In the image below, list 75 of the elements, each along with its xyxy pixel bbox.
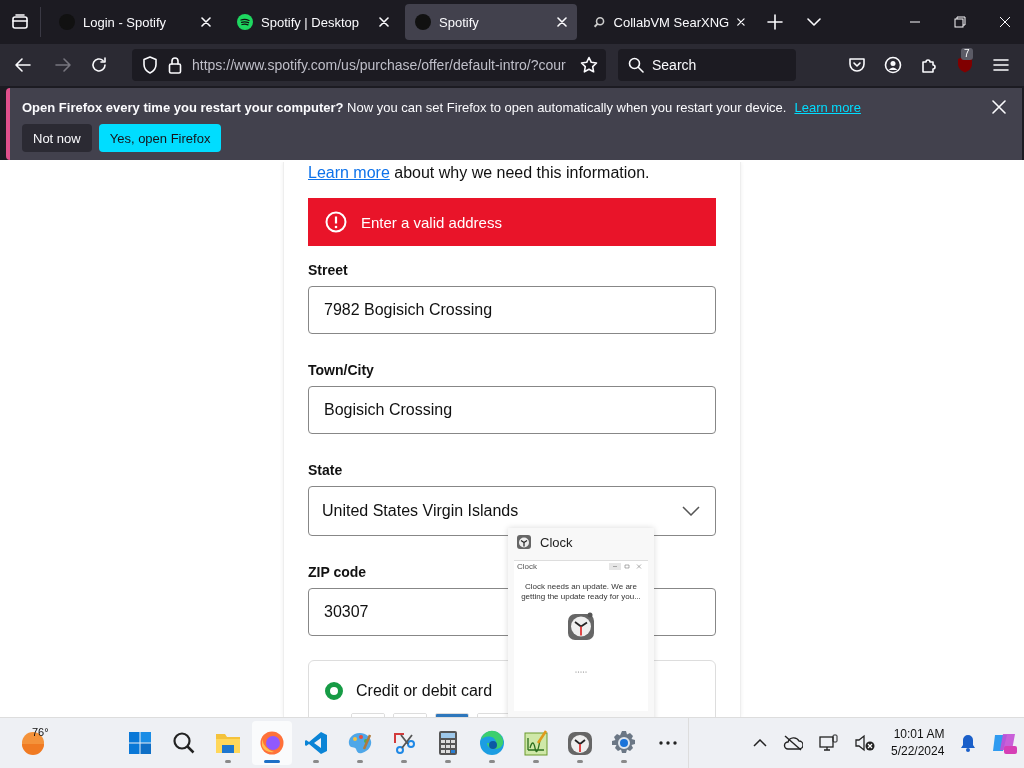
error-message: Enter a valid address: [361, 213, 502, 231]
reload-icon[interactable]: [90, 56, 108, 74]
notification-message: Open Firefox every time you restart your computer? Now you can set Firefox to open automatically when you restart your device.: [22, 99, 787, 115]
plus-icon[interactable]: [767, 14, 783, 30]
star-icon[interactable]: [580, 56, 598, 74]
field-label: State: [308, 462, 343, 478]
learn-more-link[interactable]: Learn more: [308, 164, 390, 181]
radio-button[interactable]: [324, 681, 344, 701]
info-text: Learn more about why we need this information.: [308, 164, 651, 182]
window-title: Clock: [517, 562, 538, 571]
chart-icon: [524, 730, 548, 756]
gear-icon: [611, 730, 637, 756]
folder-icon: [215, 731, 241, 755]
windows-start-icon: [128, 731, 152, 755]
chevron-up-icon[interactable]: [753, 739, 767, 747]
learn-more-link[interactable]: Learn more: [794, 99, 861, 115]
window-preview[interactable]: Clock Clock Clock needs an update. We are getting the update ready for you...: [508, 528, 654, 717]
circle-icon: [415, 14, 431, 30]
restore-icon[interactable]: [954, 16, 966, 28]
menu-icon[interactable]: [992, 56, 1010, 74]
account-icon[interactable]: [884, 56, 902, 74]
palette-icon: [347, 731, 373, 755]
close-icon[interactable]: [201, 17, 211, 27]
browser-tab[interactable]: CollabVM SearXNG: [583, 4, 755, 40]
speaker-muted-icon[interactable]: [855, 734, 875, 752]
exclamation-icon: [325, 211, 347, 233]
search-icon: [628, 57, 644, 73]
more-icon: [659, 741, 677, 745]
update-message: Clock needs an update. We are getting the update ready for you...: [520, 582, 642, 603]
confirm-button[interactable]: Yes, open Firefox: [98, 124, 222, 152]
temperature[interactable]: 76°: [32, 726, 49, 738]
browser-tab[interactable]: Login - Spotify: [49, 4, 221, 40]
close-icon[interactable]: [557, 17, 567, 27]
taskbar-clock[interactable]: 10:01 AM 5/22/2024: [891, 726, 945, 760]
chevron-down-icon: [682, 506, 700, 516]
lock-icon: [168, 56, 182, 74]
spotify-icon: [237, 14, 253, 30]
dismiss-button[interactable]: Not now: [22, 124, 92, 152]
count-badge: 7: [961, 47, 973, 60]
forward-arrow-icon[interactable]: [54, 56, 72, 74]
option-label: Credit or debit card: [356, 682, 493, 700]
calculator-icon: [438, 730, 458, 756]
code-editor-icon: [304, 731, 328, 755]
field-label: Street: [308, 262, 348, 278]
clock-icon: [567, 610, 595, 641]
close-icon[interactable]: [737, 17, 745, 27]
field-label: Town/City: [308, 362, 374, 378]
clock-icon: [516, 534, 532, 550]
bell-icon[interactable]: [960, 734, 977, 752]
search-icon: [172, 731, 196, 755]
firefox-icon: [259, 730, 285, 756]
magnifier-icon: [593, 14, 606, 30]
scissors-icon: [392, 731, 416, 755]
preview-title: Clock: [540, 534, 573, 550]
back-arrow-icon[interactable]: [14, 56, 32, 74]
tab-list-icon[interactable]: [11, 13, 29, 31]
pocket-icon[interactable]: [848, 56, 866, 74]
chevron-down-icon[interactable]: [807, 15, 821, 29]
close-icon[interactable]: [999, 16, 1011, 28]
close-icon[interactable]: [379, 17, 389, 27]
browser-tab[interactable]: Spotify: [405, 4, 577, 40]
cloud-off-icon[interactable]: [783, 735, 803, 751]
puzzle-icon[interactable]: [920, 56, 938, 74]
network-icon[interactable]: [819, 734, 839, 752]
edge-browser-icon: [479, 730, 505, 756]
shield-icon: [142, 56, 158, 74]
close-icon[interactable]: [992, 100, 1006, 114]
address-bar[interactable]: https://www.spotify.com/us/purchase/offer/default-intro/?cour: [132, 49, 606, 81]
loading-dots-icon: [575, 670, 587, 673]
browser-tab[interactable]: Spotify | Desktop: [227, 4, 399, 40]
input-field[interactable]: Bogisich Crossing: [308, 386, 716, 434]
search-field[interactable]: Search: [618, 49, 796, 81]
input-field[interactable]: 7982 Bogisich Crossing: [308, 286, 716, 334]
field-label: ZIP code: [308, 564, 367, 580]
clock-icon: [567, 730, 593, 756]
